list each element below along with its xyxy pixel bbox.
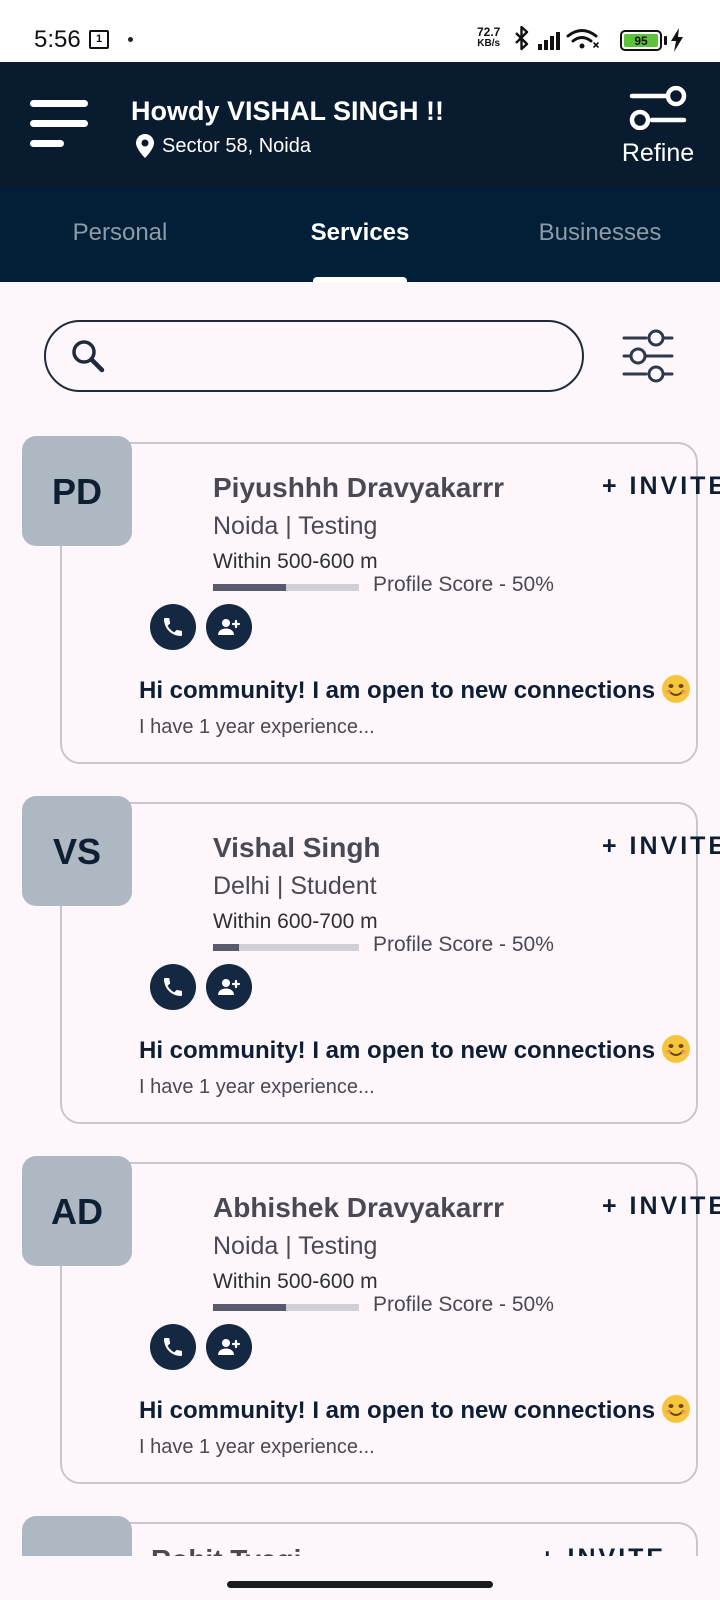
notification-dot	[128, 37, 133, 42]
refine-icon	[629, 85, 687, 131]
profile-distance: Within 500-600 m	[213, 1270, 378, 1293]
partial-card-name: Rohit Tyagi	[151, 1544, 301, 1556]
profile-distance: Within 500-600 m	[213, 550, 378, 573]
profile-location-role: Delhi | Student	[213, 872, 377, 900]
invite-button[interactable]: + INVITE	[602, 472, 720, 501]
refine-button[interactable]: Refine	[618, 85, 698, 176]
menu-icon[interactable]	[30, 100, 90, 152]
partial-invite-button[interactable]: + INVITE	[540, 1544, 666, 1556]
add-user-icon	[218, 619, 241, 635]
add-connection-button[interactable]	[206, 604, 252, 650]
gesture-bar[interactable]	[227, 1581, 493, 1588]
call-button[interactable]	[150, 604, 196, 650]
smiling-face-icon	[662, 675, 691, 703]
profile-message-text: Hi community! I am open to new connectio…	[139, 677, 656, 704]
status-icons	[515, 26, 599, 51]
bluetooth-icon	[515, 26, 529, 51]
profile-score-bar	[213, 1304, 359, 1311]
profile-card-frame[interactable]: Piyushhh Dravyakarrr + INVITE Noida | Te…	[60, 442, 720, 764]
battery-level: 95	[624, 34, 658, 48]
greeting-title: Howdy VISHAL SINGH !!	[131, 96, 445, 126]
app-header: Howdy VISHAL SINGH !! Sector 58, Noida R…	[0, 62, 720, 188]
profile-detail: I have 1 year experience...	[139, 1436, 375, 1458]
profile-name: Vishal Singh	[213, 832, 381, 863]
tab-personal[interactable]: Personal	[0, 188, 240, 282]
smiling-face-icon	[662, 1035, 691, 1063]
search-icon	[72, 340, 105, 373]
notification-icon: 1	[89, 30, 109, 49]
location-pin-icon	[136, 134, 154, 158]
profile-score-label: Profile Score - 50%	[373, 573, 554, 596]
invite-button[interactable]: + INVITE	[602, 832, 720, 861]
search-bar[interactable]	[44, 320, 584, 392]
call-button[interactable]	[150, 964, 196, 1010]
profile-name: Piyushhh Dravyakarrr	[213, 472, 505, 503]
status-bar: 5:56 1 72.7 KB/s 95	[0, 0, 720, 62]
profile-score-bar	[213, 584, 359, 591]
signal-icon	[538, 32, 560, 50]
phone-icon	[164, 978, 182, 996]
profile-card-frame[interactable]: Vishal Singh + INVITE Delhi | Student Wi…	[60, 802, 720, 1124]
active-tab-indicator	[313, 277, 407, 283]
tab-services[interactable]: Services	[240, 188, 480, 282]
profile-score-fill	[213, 944, 240, 951]
partial-avatar	[22, 1516, 132, 1556]
refine-label: Refine	[621, 139, 695, 167]
profile-avatar[interactable]: VS	[22, 796, 132, 906]
location-row[interactable]: Sector 58, Noida	[136, 132, 311, 160]
network-speed-value: 72.7	[477, 25, 501, 39]
profile-message: Hi community! I am open to new connectio…	[139, 674, 691, 705]
add-user-icon	[218, 979, 241, 995]
phone-icon	[164, 618, 182, 636]
filter-sliders-icon	[622, 329, 674, 383]
network-speed: 72.7 KB/s	[477, 26, 500, 50]
phone-icon	[164, 1338, 182, 1356]
partial-card: Rohit Tyagi + INVITE	[0, 1516, 720, 1556]
call-button[interactable]	[150, 1324, 196, 1370]
add-user-icon	[218, 1339, 241, 1355]
battery-cap	[664, 36, 667, 45]
smiling-face-icon	[662, 1395, 691, 1423]
profile-message: Hi community! I am open to new connectio…	[139, 1394, 691, 1425]
profile-avatar[interactable]: PD	[22, 436, 132, 546]
profile-location-role: Noida | Testing	[213, 1232, 378, 1260]
profile-name: Abhishek Dravyakarrr	[213, 1192, 505, 1223]
status-time: 5:56	[34, 26, 81, 53]
location-label: Sector 58, Noida	[162, 134, 311, 157]
profile-score-label: Profile Score - 50%	[373, 933, 554, 956]
profile-location-role: Noida | Testing	[213, 512, 378, 540]
invite-button[interactable]: + INVITE	[602, 1192, 720, 1221]
battery-icon: 95	[620, 30, 662, 51]
profile-score-fill	[213, 1304, 286, 1311]
profile-avatar[interactable]: AD	[22, 1156, 132, 1266]
profile-score-label: Profile Score - 50%	[373, 1293, 554, 1316]
profile-message-text: Hi community! I am open to new connectio…	[139, 1037, 656, 1064]
bottom-area	[0, 1556, 720, 1600]
network-speed-unit: KB/s	[477, 38, 501, 49]
profile-message-text: Hi community! I am open to new connectio…	[139, 1397, 656, 1424]
tab-businesses[interactable]: Businesses	[480, 188, 720, 282]
add-connection-button[interactable]	[206, 964, 252, 1010]
profile-score-fill	[213, 584, 286, 591]
profile-card-frame[interactable]: Abhishek Dravyakarrr + INVITE Noida | Te…	[60, 1162, 720, 1484]
wifi-icon	[566, 29, 599, 49]
filter-button[interactable]	[618, 326, 678, 386]
profile-distance: Within 600-700 m	[213, 910, 378, 933]
tab-bar: Personal Services Businesses	[0, 188, 720, 282]
search-input[interactable]	[120, 336, 560, 376]
profile-detail: I have 1 year experience...	[139, 716, 375, 738]
profile-score-bar	[213, 944, 359, 951]
profile-message: Hi community! I am open to new connectio…	[139, 1034, 691, 1065]
add-connection-button[interactable]	[206, 1324, 252, 1370]
charging-icon	[671, 28, 683, 52]
profile-detail: I have 1 year experience...	[139, 1076, 375, 1098]
